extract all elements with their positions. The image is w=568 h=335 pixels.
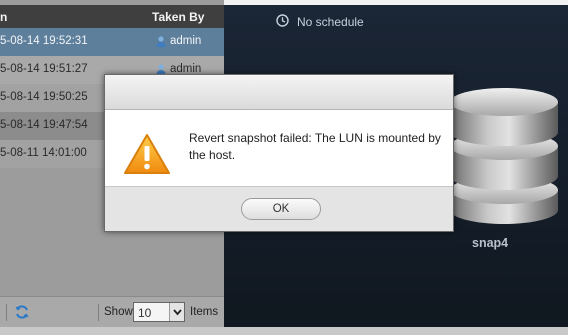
snapshot-date: 5-08-11 14:01:00 bbox=[0, 147, 87, 159]
page-size-select[interactable]: 10 bbox=[133, 302, 185, 322]
error-dialog: Revert snapshot failed: The LUN is mount… bbox=[104, 74, 454, 232]
dialog-message: Revert snapshot failed: The LUN is mount… bbox=[189, 131, 441, 162]
column-header-taken-by[interactable]: Taken By bbox=[152, 10, 204, 24]
dialog-footer: OK bbox=[105, 186, 453, 231]
list-header: n Taken By bbox=[0, 5, 224, 28]
ok-button[interactable]: OK bbox=[241, 198, 321, 220]
list-footer: Show 10 Items bbox=[0, 296, 224, 327]
snapshot-date: 5-08-14 19:52:31 bbox=[0, 35, 88, 47]
refresh-icon[interactable] bbox=[14, 304, 30, 320]
items-label: Items bbox=[190, 306, 219, 318]
user-icon bbox=[156, 36, 166, 47]
clock-icon bbox=[276, 14, 289, 27]
divider bbox=[98, 304, 99, 321]
database-icon bbox=[450, 88, 558, 224]
snapshot-date: 5-08-14 19:47:54 bbox=[0, 119, 88, 131]
snapshot-name: snap4 bbox=[472, 236, 509, 250]
bottom-strip bbox=[0, 327, 568, 335]
schedule-status: No schedule bbox=[297, 15, 364, 29]
page-size-value: 10 bbox=[138, 306, 152, 320]
dialog-titlebar[interactable] bbox=[105, 75, 453, 110]
snapshot-date: 5-08-14 19:51:27 bbox=[0, 63, 88, 75]
column-header-date[interactable]: n bbox=[0, 10, 7, 24]
dialog-body: Revert snapshot failed: The LUN is mount… bbox=[105, 110, 453, 186]
show-label: Show bbox=[104, 306, 133, 318]
snapshot-date: 5-08-14 19:50:25 bbox=[0, 91, 88, 103]
table-row[interactable]: 5-08-14 19:52:31 admin bbox=[0, 28, 224, 56]
taken-by: admin bbox=[170, 35, 202, 47]
chevron-down-icon[interactable] bbox=[169, 303, 184, 321]
divider bbox=[6, 304, 7, 321]
warning-icon bbox=[124, 134, 170, 174]
